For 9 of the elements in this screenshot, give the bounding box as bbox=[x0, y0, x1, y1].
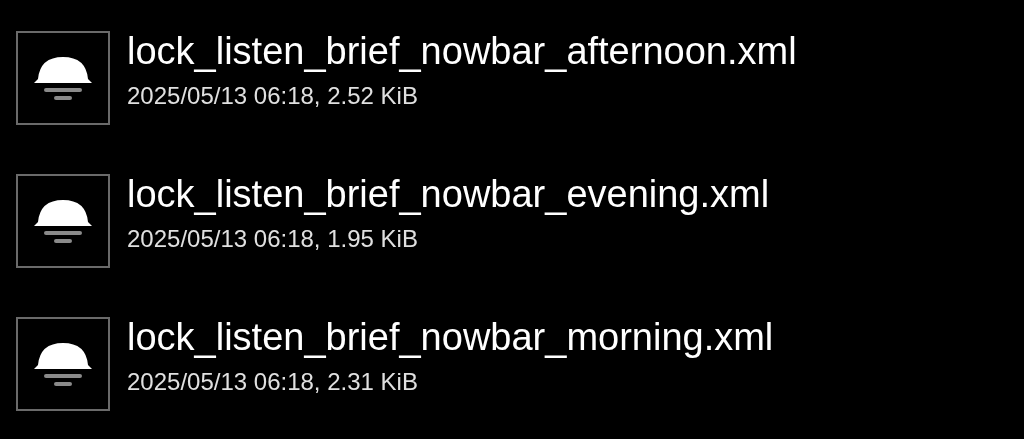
file-icon bbox=[16, 174, 110, 268]
file-name: lock_listen_brief_nowbar_afternoon.xml bbox=[127, 29, 797, 74]
file-icon bbox=[16, 317, 110, 411]
file-icon bbox=[16, 31, 110, 125]
file-name: lock_listen_brief_nowbar_evening.xml bbox=[127, 172, 770, 217]
file-details: 2025/05/13 06:18, 2.31 KiB bbox=[127, 367, 419, 397]
file-name: lock_listen_brief_nowbar_morning.xml bbox=[127, 315, 774, 360]
file-details: 2025/05/13 06:18, 2.52 KiB bbox=[127, 81, 419, 111]
file-details: 2025/05/13 06:18, 1.95 KiB bbox=[127, 224, 419, 254]
